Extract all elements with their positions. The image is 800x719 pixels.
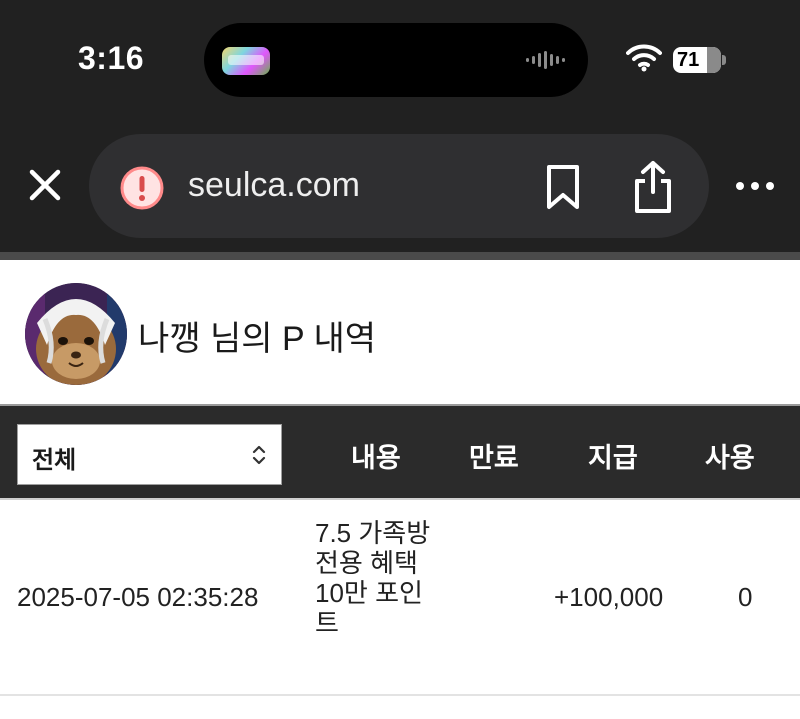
audio-wave-icon: [526, 51, 565, 69]
column-header-content: 내용: [351, 443, 401, 473]
share-icon[interactable]: [632, 160, 674, 214]
filter-select[interactable]: 전체: [17, 424, 282, 485]
row-pay: +100,000: [554, 582, 664, 612]
table-header: 전체 내용 만료 지급 사용: [0, 404, 800, 500]
close-icon[interactable]: [26, 166, 64, 204]
filter-selected-value: 전체: [32, 447, 77, 474]
battery-level: 71: [677, 49, 700, 71]
now-playing-thumbnail: [222, 47, 270, 75]
battery-empty-portion: [707, 47, 721, 73]
chrome-divider: [0, 252, 800, 260]
more-icon[interactable]: [734, 172, 776, 200]
row-content-line: 전용 혜택: [315, 548, 418, 578]
chevron-up-down-icon: [252, 445, 266, 465]
table-row: 2025-07-05 02:35:28 7.5 가족방 전용 혜택 10만 포인…: [0, 500, 800, 696]
row-content-line: 트: [315, 608, 339, 638]
status-time: 3:16: [78, 40, 145, 76]
row-date: 2025-07-05 02:35:28: [17, 582, 259, 612]
column-header-use: 사용: [705, 443, 755, 473]
row-content: 7.5 가족방 전용 혜택 10만 포인 트: [315, 518, 445, 638]
column-header-pay: 지급: [588, 443, 638, 473]
page-title: 나깽 님의 P 내역: [138, 320, 377, 358]
dynamic-island: [204, 23, 588, 97]
row-content-line: 7.5 가족방: [315, 518, 431, 548]
address-bar[interactable]: seulca.com: [89, 134, 709, 238]
bookmark-icon[interactable]: [545, 164, 581, 210]
browser-chrome: 3:16 71 seulca.com: [0, 0, 800, 252]
avatar: [25, 283, 127, 385]
wifi-icon: [626, 44, 662, 72]
battery-nub: [722, 55, 726, 65]
row-content-line: 10만 포인: [315, 578, 423, 608]
row-use: 0: [738, 582, 753, 612]
url-text[interactable]: seulca.com: [188, 166, 360, 205]
warning-icon[interactable]: [119, 165, 165, 211]
battery-icon: 71: [673, 47, 721, 73]
column-header-expire: 만료: [469, 443, 519, 473]
